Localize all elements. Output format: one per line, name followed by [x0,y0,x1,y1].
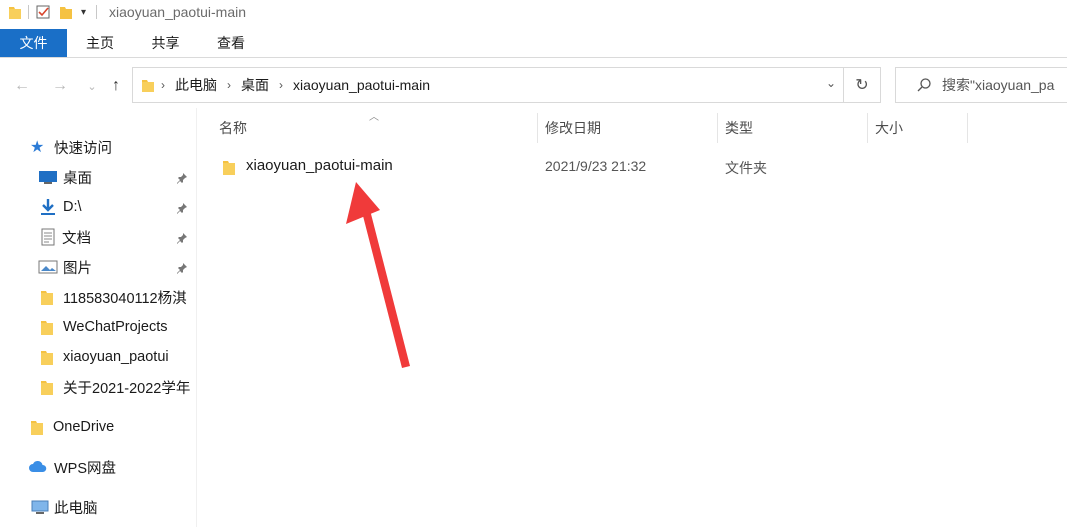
folder-icon [40,318,54,336]
breadcrumb-chevron-icon[interactable]: › [279,78,283,92]
breadcrumb-this-pc[interactable]: 此电脑 [175,75,217,95]
column-divider[interactable] [867,113,868,143]
window-title: xiaoyuan_paotui-main [109,4,247,20]
sidebar-item-label: 此电脑 [54,500,98,517]
sidebar-item-wechatprojects[interactable]: WeChatProjects [0,313,196,341]
column-header-name[interactable]: 名称 [219,113,535,143]
quick-access-toolbar: ▾ [0,0,103,24]
picture-icon [38,259,58,275]
sidebar-item-label: 文档 [62,230,91,247]
column-divider[interactable] [967,113,968,143]
folder-icon [222,158,236,179]
sidebar-item-onedrive[interactable]: OneDrive [0,413,196,441]
sidebar-item-label: WeChatProjects [63,319,168,335]
breadcrumb-current-folder[interactable]: xiaoyuan_paotui-main [293,77,430,93]
address-bar[interactable]: › 此电脑 › 桌面 › xiaoyuan_paotui-main ⌄ ↻ [132,67,881,103]
search-box[interactable]: 搜索"xiaoyuan_pa [895,67,1067,103]
sidebar-item-this-pc[interactable]: 此电脑 [0,493,196,521]
column-divider[interactable] [537,113,538,143]
sidebar-item-wps-cloud[interactable]: WPS网盘 [0,453,196,481]
sidebar-item-label: OneDrive [53,419,115,435]
pin-icon[interactable] [176,261,188,277]
sidebar-item-label: WPS网盘 [54,460,117,477]
folder-icon [40,378,54,396]
document-icon [39,228,57,246]
breadcrumb-desktop[interactable]: 桌面 [241,75,269,95]
properties-icon[interactable] [35,4,51,20]
title-bar: ▾ xiaoyuan_paotui-main [0,0,1067,24]
sidebar-item-xiaoyuan-paotui[interactable]: xiaoyuan_paotui [0,343,196,371]
cloud-icon [28,459,48,475]
file-type: 文件夹 [725,160,767,176]
toolbar-divider [96,5,98,19]
recent-locations-chevron-icon[interactable]: ⌄ [80,72,104,100]
sidebar-item-pictures[interactable]: 图片 [0,253,196,281]
file-modified-date: 2021/9/23 21:32 [545,158,647,174]
breadcrumb-chevron-icon[interactable]: › [227,78,231,92]
column-divider[interactable] [717,113,718,143]
forward-arrow-icon[interactable]: → [48,72,72,100]
sidebar-item-label: 118583040112杨淇 [63,290,187,307]
column-header-size[interactable]: 大小 [875,113,965,143]
search-icon [916,77,932,93]
navigation-pane: ★ 快速访问 桌面 D:\ 文档 图片 118583040112杨淇 WeCha… [0,130,196,527]
pin-icon[interactable] [176,231,188,247]
column-header-type[interactable]: 类型 [725,113,865,143]
back-arrow-icon[interactable]: ← [10,72,34,100]
sidebar-item-label: 快速访问 [54,140,112,157]
pin-icon[interactable] [176,201,188,217]
sidebar-item-label: 图片 [63,260,92,277]
folder-icon[interactable] [8,4,22,20]
customize-toolbar-icon[interactable]: ▾ [81,7,86,18]
pin-icon[interactable] [176,171,188,187]
breadcrumb-chevron-icon[interactable]: › [161,78,165,92]
folder-icon [141,77,155,93]
folder-icon [40,288,54,306]
column-header-modified[interactable]: 修改日期 [545,113,715,143]
ribbon-tabs: 文件 主页 共享 查看 [0,29,1067,58]
tab-home[interactable]: 主页 [67,29,133,57]
sidebar-item-quick-access[interactable]: ★ 快速访问 [0,133,196,161]
address-dropdown-chevron-icon[interactable]: ⌄ [826,76,836,90]
download-icon [38,198,58,216]
sidebar-item-label: 桌面 [63,170,92,187]
toolbar-divider [28,5,29,19]
tab-share[interactable]: 共享 [133,29,198,57]
computer-icon [30,499,50,515]
sidebar-item-label: D:\ [63,199,82,215]
pane-divider[interactable] [196,108,197,527]
new-folder-icon[interactable] [59,4,73,20]
desktop-icon [38,169,58,185]
refresh-icon[interactable]: ↻ [843,68,880,102]
up-arrow-icon[interactable]: ↑ [104,72,128,100]
star-icon: ★ [30,139,45,156]
file-row[interactable]: xiaoyuan_paotui-main 2021/9/23 21:32 文件夹 [210,153,970,181]
sidebar-item-label: 关于2021-2022学年 [63,380,191,397]
sidebar-item-folder-student[interactable]: 118583040112杨淇 [0,283,196,311]
sidebar-item-desktop[interactable]: 桌面 [0,163,196,191]
sidebar-item-folder-academic-year[interactable]: 关于2021-2022学年 [0,373,196,401]
search-placeholder[interactable]: 搜索"xiaoyuan_pa [942,75,1054,95]
tab-file[interactable]: 文件 [0,29,67,57]
sidebar-item-d-drive[interactable]: D:\ [0,193,196,221]
sidebar-item-label: xiaoyuan_paotui [63,349,169,365]
sidebar-item-documents[interactable]: 文档 [0,223,196,251]
onedrive-folder-icon [30,418,44,436]
file-name[interactable]: xiaoyuan_paotui-main [246,157,393,174]
tab-view[interactable]: 查看 [198,29,264,57]
annotation-arrow-icon [346,182,410,368]
folder-icon [40,348,54,366]
